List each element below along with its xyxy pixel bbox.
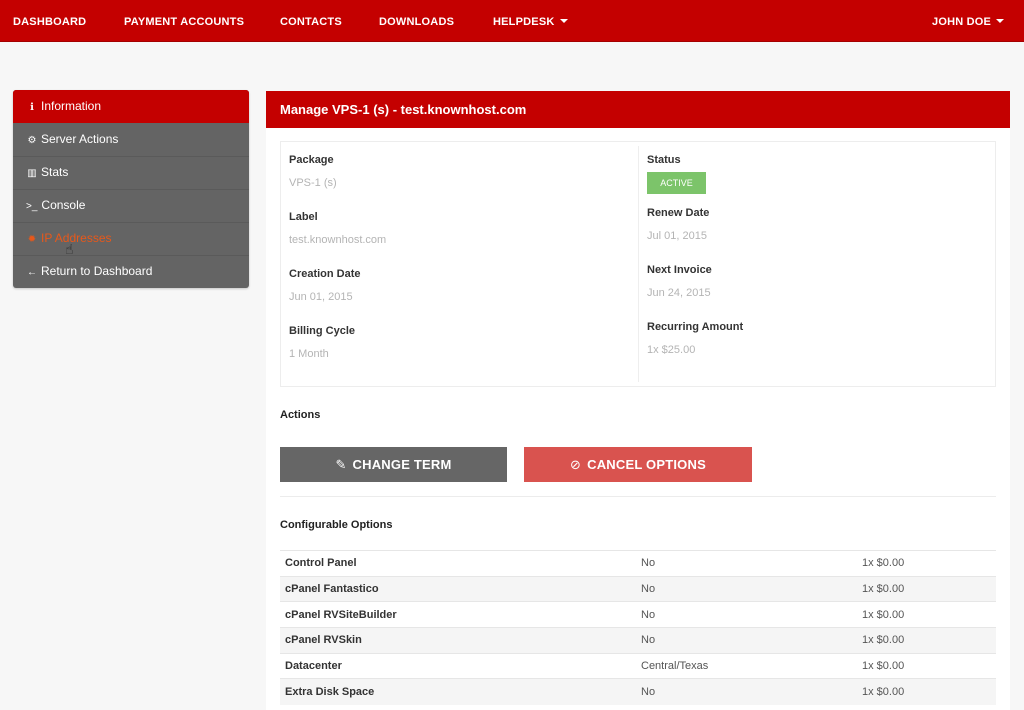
table-row: cPanel Fantastico No 1x $0.00 <box>280 575 996 602</box>
gears-icon: ⚙ <box>27 135 37 146</box>
next-invoice-label: Next Invoice <box>647 264 712 276</box>
sidebar-item-label: Console <box>41 198 86 212</box>
option-value: No <box>636 550 857 577</box>
table-row: cPanel RVSkin No 1x $0.00 <box>280 627 996 654</box>
sidebar-item-return-dashboard[interactable]: ← Return to Dashboard <box>13 255 249 288</box>
info-circle-icon: ℹ <box>30 102 34 113</box>
edit-icon: ✎ <box>335 457 347 472</box>
option-value: Central/Texas <box>636 652 857 679</box>
option-price: 1x $0.00 <box>857 652 996 679</box>
actions-title: Actions <box>280 409 321 421</box>
nav-dashboard[interactable]: DASHBOARD <box>13 0 86 42</box>
terminal-icon: >_ <box>26 201 38 212</box>
label-label: Label <box>289 211 318 223</box>
option-price: 1x $0.00 <box>857 678 996 705</box>
option-name: cPanel Fantastico <box>280 575 636 602</box>
bar-chart-icon: ▥ <box>27 168 37 179</box>
cancel-options-label: CANCEL OPTIONS <box>587 457 706 472</box>
column-divider <box>638 146 639 382</box>
option-name: Control Panel <box>280 550 636 577</box>
sidebar-item-stats[interactable]: ▥ Stats <box>13 156 249 189</box>
table-row: Control Panel No 1x $0.00 <box>280 550 996 577</box>
sidebar-item-label: IP Addresses <box>41 231 112 245</box>
change-term-button[interactable]: ✎ CHANGE TERM <box>280 447 507 482</box>
option-value: No <box>636 575 857 602</box>
sidebar-item-server-actions[interactable]: ⚙ Server Actions <box>13 123 249 156</box>
sidebar-item-console[interactable]: >_ Console <box>13 189 249 222</box>
option-value: No <box>636 627 857 654</box>
recurring-amount-label: Recurring Amount <box>647 321 744 333</box>
renew-date-value: Jul 01, 2015 <box>647 230 707 242</box>
hand-pointer-cursor-icon: ☝ <box>65 241 74 257</box>
main-panel: Package VPS-1 (s) Label test.knownhost.c… <box>266 128 1010 710</box>
package-label: Package <box>289 154 334 166</box>
service-info-box: Package VPS-1 (s) Label test.knownhost.c… <box>280 141 996 387</box>
status-badge: ACTIVE <box>647 172 706 194</box>
option-value: No <box>636 601 857 628</box>
option-value: No <box>636 678 857 705</box>
caret-down-icon <box>996 19 1005 23</box>
option-price: 1x $0.00 <box>857 627 996 654</box>
option-name: Extra Disk Space <box>280 678 636 705</box>
table-row: Datacenter Central/Texas 1x $0.00 <box>280 652 996 679</box>
sidebar-item-label: Server Actions <box>41 132 119 146</box>
divider <box>280 496 996 497</box>
nav-downloads[interactable]: DOWNLOADS <box>379 0 454 42</box>
recurring-amount-value: 1x $25.00 <box>647 344 696 356</box>
renew-date-label: Renew Date <box>647 207 710 219</box>
arrow-left-icon: ← <box>27 267 37 278</box>
configurable-options-table: Control Panel No 1x $0.00 cPanel Fantast… <box>280 550 996 705</box>
settings-icon: ✹ <box>27 234 37 245</box>
configurable-options-title: Configurable Options <box>280 519 393 531</box>
page-title: Manage VPS-1 (s) - test.knownhost.com <box>266 91 1010 128</box>
table-row: Extra Disk Space No 1x $0.00 <box>280 678 996 705</box>
creation-date-label: Creation Date <box>289 268 361 280</box>
caret-down-icon <box>559 19 568 23</box>
label-value: test.knownhost.com <box>289 234 387 246</box>
sidebar-item-label: Information <box>41 99 102 113</box>
ban-icon: ⊘ <box>570 457 582 472</box>
user-name: JOHN DOE <box>932 16 992 28</box>
package-value: VPS-1 (s) <box>289 177 337 189</box>
nav-helpdesk-dropdown[interactable]: HELPDESK <box>493 0 568 42</box>
table-row: cPanel RVSiteBuilder No 1x $0.00 <box>280 601 996 628</box>
sidebar-item-label: Stats <box>41 165 69 179</box>
nav-helpdesk-label: HELPDESK <box>493 16 555 28</box>
cancel-options-button[interactable]: ⊘ CANCEL OPTIONS <box>524 447 752 482</box>
option-name: cPanel RVSkin <box>280 627 636 654</box>
user-menu-dropdown[interactable]: JOHN DOE <box>932 0 1005 42</box>
nav-contacts[interactable]: CONTACTS <box>280 0 342 42</box>
change-term-label: CHANGE TERM <box>352 457 452 472</box>
option-price: 1x $0.00 <box>857 601 996 628</box>
top-navbar: DASHBOARD PAYMENT ACCOUNTS CONTACTS DOWN… <box>0 0 1024 42</box>
next-invoice-value: Jun 24, 2015 <box>647 287 711 299</box>
billing-cycle-label: Billing Cycle <box>289 325 356 337</box>
sidebar-item-information[interactable]: ℹ Information <box>13 90 249 123</box>
sidebar: ℹ Information ⚙ Server Actions ▥ Stats >_ Co… <box>13 90 249 288</box>
option-name: cPanel RVSiteBuilder <box>280 601 636 628</box>
status-label: Status <box>647 154 681 166</box>
option-name: Datacenter <box>280 652 636 679</box>
option-price: 1x $0.00 <box>857 550 996 577</box>
billing-cycle-value: 1 Month <box>289 348 329 360</box>
nav-payment-accounts[interactable]: PAYMENT ACCOUNTS <box>124 0 244 42</box>
sidebar-item-ip-addresses[interactable]: ✹ IP Addresses <box>13 222 249 255</box>
creation-date-value: Jun 01, 2015 <box>289 291 353 303</box>
sidebar-item-label: Return to Dashboard <box>41 264 153 278</box>
option-price: 1x $0.00 <box>857 575 996 602</box>
